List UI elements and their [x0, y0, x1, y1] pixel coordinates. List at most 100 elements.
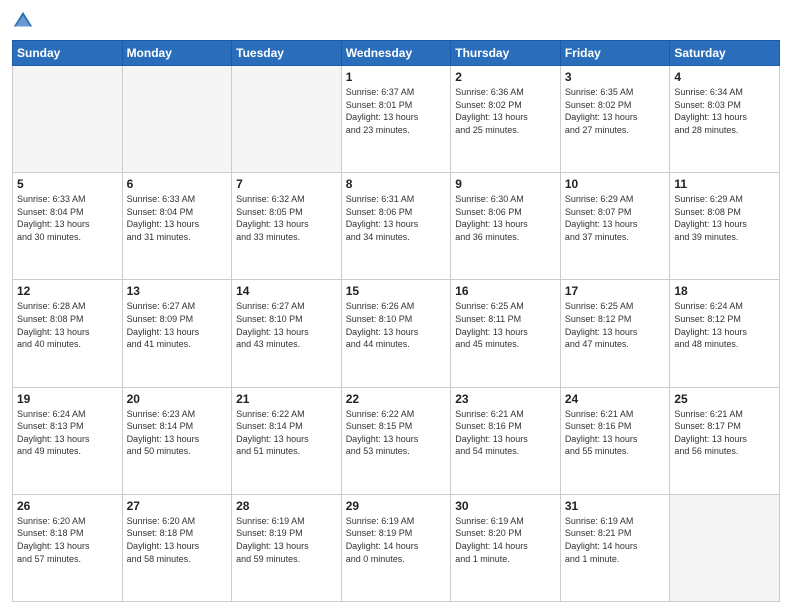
calendar-week-row: 26 Sunrise: 6:20 AM Sunset: 8:18 PM Dayli… — [13, 494, 780, 601]
day-number: 18 — [674, 284, 775, 298]
calendar-cell — [13, 66, 123, 173]
day-info: Sunrise: 6:25 AM Sunset: 8:11 PM Dayligh… — [455, 300, 556, 350]
day-info: Sunrise: 6:27 AM Sunset: 8:10 PM Dayligh… — [236, 300, 337, 350]
calendar-table: SundayMondayTuesdayWednesdayThursdayFrid… — [12, 40, 780, 602]
calendar-cell: 14 Sunrise: 6:27 AM Sunset: 8:10 PM Dayli… — [232, 280, 342, 387]
calendar-cell: 22 Sunrise: 6:22 AM Sunset: 8:15 PM Dayli… — [341, 387, 451, 494]
calendar-cell — [670, 494, 780, 601]
day-number: 26 — [17, 499, 118, 513]
calendar-cell: 26 Sunrise: 6:20 AM Sunset: 8:18 PM Dayli… — [13, 494, 123, 601]
calendar-cell: 29 Sunrise: 6:19 AM Sunset: 8:19 PM Dayli… — [341, 494, 451, 601]
calendar-cell: 18 Sunrise: 6:24 AM Sunset: 8:12 PM Dayli… — [670, 280, 780, 387]
day-number: 14 — [236, 284, 337, 298]
day-info: Sunrise: 6:20 AM Sunset: 8:18 PM Dayligh… — [17, 515, 118, 565]
weekday-header: Friday — [560, 41, 670, 66]
day-info: Sunrise: 6:36 AM Sunset: 8:02 PM Dayligh… — [455, 86, 556, 136]
calendar-cell: 6 Sunrise: 6:33 AM Sunset: 8:04 PM Daylig… — [122, 173, 232, 280]
day-info: Sunrise: 6:20 AM Sunset: 8:18 PM Dayligh… — [127, 515, 228, 565]
day-number: 15 — [346, 284, 447, 298]
day-info: Sunrise: 6:35 AM Sunset: 8:02 PM Dayligh… — [565, 86, 666, 136]
weekday-header: Monday — [122, 41, 232, 66]
day-number: 9 — [455, 177, 556, 191]
day-info: Sunrise: 6:22 AM Sunset: 8:14 PM Dayligh… — [236, 408, 337, 458]
calendar-cell: 10 Sunrise: 6:29 AM Sunset: 8:07 PM Dayli… — [560, 173, 670, 280]
day-info: Sunrise: 6:28 AM Sunset: 8:08 PM Dayligh… — [17, 300, 118, 350]
calendar-cell: 31Sunrise: 6:19 AM Sunset: 8:21 PM Dayli… — [560, 494, 670, 601]
day-info: Sunrise: 6:19 AM Sunset: 8:19 PM Dayligh… — [236, 515, 337, 565]
calendar-cell: 7Sunrise: 6:32 AM Sunset: 8:05 PM Daylig… — [232, 173, 342, 280]
day-number: 27 — [127, 499, 228, 513]
day-number: 13 — [127, 284, 228, 298]
day-number: 6 — [127, 177, 228, 191]
day-number: 12 — [17, 284, 118, 298]
weekday-header: Sunday — [13, 41, 123, 66]
calendar-cell: 19 Sunrise: 6:24 AM Sunset: 8:13 PM Dayli… — [13, 387, 123, 494]
day-info: Sunrise: 6:33 AM Sunset: 8:04 PM Dayligh… — [17, 193, 118, 243]
day-info: Sunrise: 6:19 AM Sunset: 8:20 PM Dayligh… — [455, 515, 556, 565]
calendar-week-row: 12 Sunrise: 6:28 AM Sunset: 8:08 PM Dayli… — [13, 280, 780, 387]
day-info: Sunrise: 6:29 AM Sunset: 8:07 PM Dayligh… — [565, 193, 666, 243]
day-number: 21 — [236, 392, 337, 406]
day-number: 16 — [455, 284, 556, 298]
calendar-header-row: SundayMondayTuesdayWednesdayThursdayFrid… — [13, 41, 780, 66]
day-info: Sunrise: 6:22 AM Sunset: 8:15 PM Dayligh… — [346, 408, 447, 458]
calendar-cell: 4 Sunrise: 6:34 AM Sunset: 8:03 PM Daylig… — [670, 66, 780, 173]
day-number: 2 — [455, 70, 556, 84]
day-number: 7 — [236, 177, 337, 191]
day-number: 19 — [17, 392, 118, 406]
calendar-cell: 2 Sunrise: 6:36 AM Sunset: 8:02 PM Daylig… — [451, 66, 561, 173]
calendar-cell: 17Sunrise: 6:25 AM Sunset: 8:12 PM Dayli… — [560, 280, 670, 387]
logo — [12, 10, 36, 32]
calendar-cell: 8 Sunrise: 6:31 AM Sunset: 8:06 PM Daylig… — [341, 173, 451, 280]
day-number: 5 — [17, 177, 118, 191]
calendar-cell: 28 Sunrise: 6:19 AM Sunset: 8:19 PM Dayli… — [232, 494, 342, 601]
calendar-cell: 11 Sunrise: 6:29 AM Sunset: 8:08 PM Dayli… — [670, 173, 780, 280]
calendar-cell: 27 Sunrise: 6:20 AM Sunset: 8:18 PM Dayli… — [122, 494, 232, 601]
calendar-cell: 15 Sunrise: 6:26 AM Sunset: 8:10 PM Dayli… — [341, 280, 451, 387]
day-number: 8 — [346, 177, 447, 191]
day-info: Sunrise: 6:33 AM Sunset: 8:04 PM Dayligh… — [127, 193, 228, 243]
day-info: Sunrise: 6:21 AM Sunset: 8:16 PM Dayligh… — [565, 408, 666, 458]
day-number: 17 — [565, 284, 666, 298]
day-info: Sunrise: 6:23 AM Sunset: 8:14 PM Dayligh… — [127, 408, 228, 458]
day-number: 29 — [346, 499, 447, 513]
weekday-header: Tuesday — [232, 41, 342, 66]
calendar-cell: 16 Sunrise: 6:25 AM Sunset: 8:11 PM Dayli… — [451, 280, 561, 387]
weekday-header: Wednesday — [341, 41, 451, 66]
calendar-cell: 25Sunrise: 6:21 AM Sunset: 8:17 PM Dayli… — [670, 387, 780, 494]
day-info: Sunrise: 6:29 AM Sunset: 8:08 PM Dayligh… — [674, 193, 775, 243]
day-number: 24 — [565, 392, 666, 406]
day-number: 4 — [674, 70, 775, 84]
weekday-header: Thursday — [451, 41, 561, 66]
day-info: Sunrise: 6:24 AM Sunset: 8:12 PM Dayligh… — [674, 300, 775, 350]
day-number: 22 — [346, 392, 447, 406]
day-number: 10 — [565, 177, 666, 191]
day-info: Sunrise: 6:24 AM Sunset: 8:13 PM Dayligh… — [17, 408, 118, 458]
calendar-cell: 3 Sunrise: 6:35 AM Sunset: 8:02 PM Daylig… — [560, 66, 670, 173]
calendar-cell — [232, 66, 342, 173]
day-number: 30 — [455, 499, 556, 513]
calendar-cell: 23Sunrise: 6:21 AM Sunset: 8:16 PM Dayli… — [451, 387, 561, 494]
day-number: 11 — [674, 177, 775, 191]
day-number: 3 — [565, 70, 666, 84]
calendar-cell: 5 Sunrise: 6:33 AM Sunset: 8:04 PM Daylig… — [13, 173, 123, 280]
day-info: Sunrise: 6:19 AM Sunset: 8:19 PM Dayligh… — [346, 515, 447, 565]
day-info: Sunrise: 6:37 AM Sunset: 8:01 PM Dayligh… — [346, 86, 447, 136]
day-info: Sunrise: 6:21 AM Sunset: 8:16 PM Dayligh… — [455, 408, 556, 458]
day-info: Sunrise: 6:27 AM Sunset: 8:09 PM Dayligh… — [127, 300, 228, 350]
day-info: Sunrise: 6:34 AM Sunset: 8:03 PM Dayligh… — [674, 86, 775, 136]
calendar-cell: 1 Sunrise: 6:37 AM Sunset: 8:01 PM Daylig… — [341, 66, 451, 173]
calendar-cell: 12 Sunrise: 6:28 AM Sunset: 8:08 PM Dayli… — [13, 280, 123, 387]
day-info: Sunrise: 6:26 AM Sunset: 8:10 PM Dayligh… — [346, 300, 447, 350]
day-number: 31 — [565, 499, 666, 513]
day-info: Sunrise: 6:31 AM Sunset: 8:06 PM Dayligh… — [346, 193, 447, 243]
calendar-cell: 21 Sunrise: 6:22 AM Sunset: 8:14 PM Dayli… — [232, 387, 342, 494]
weekday-header: Saturday — [670, 41, 780, 66]
day-number: 28 — [236, 499, 337, 513]
calendar-cell: 20 Sunrise: 6:23 AM Sunset: 8:14 PM Dayli… — [122, 387, 232, 494]
day-number: 1 — [346, 70, 447, 84]
calendar-cell: 9Sunrise: 6:30 AM Sunset: 8:06 PM Daylig… — [451, 173, 561, 280]
calendar-week-row: 19 Sunrise: 6:24 AM Sunset: 8:13 PM Dayli… — [13, 387, 780, 494]
calendar-cell — [122, 66, 232, 173]
day-number: 20 — [127, 392, 228, 406]
